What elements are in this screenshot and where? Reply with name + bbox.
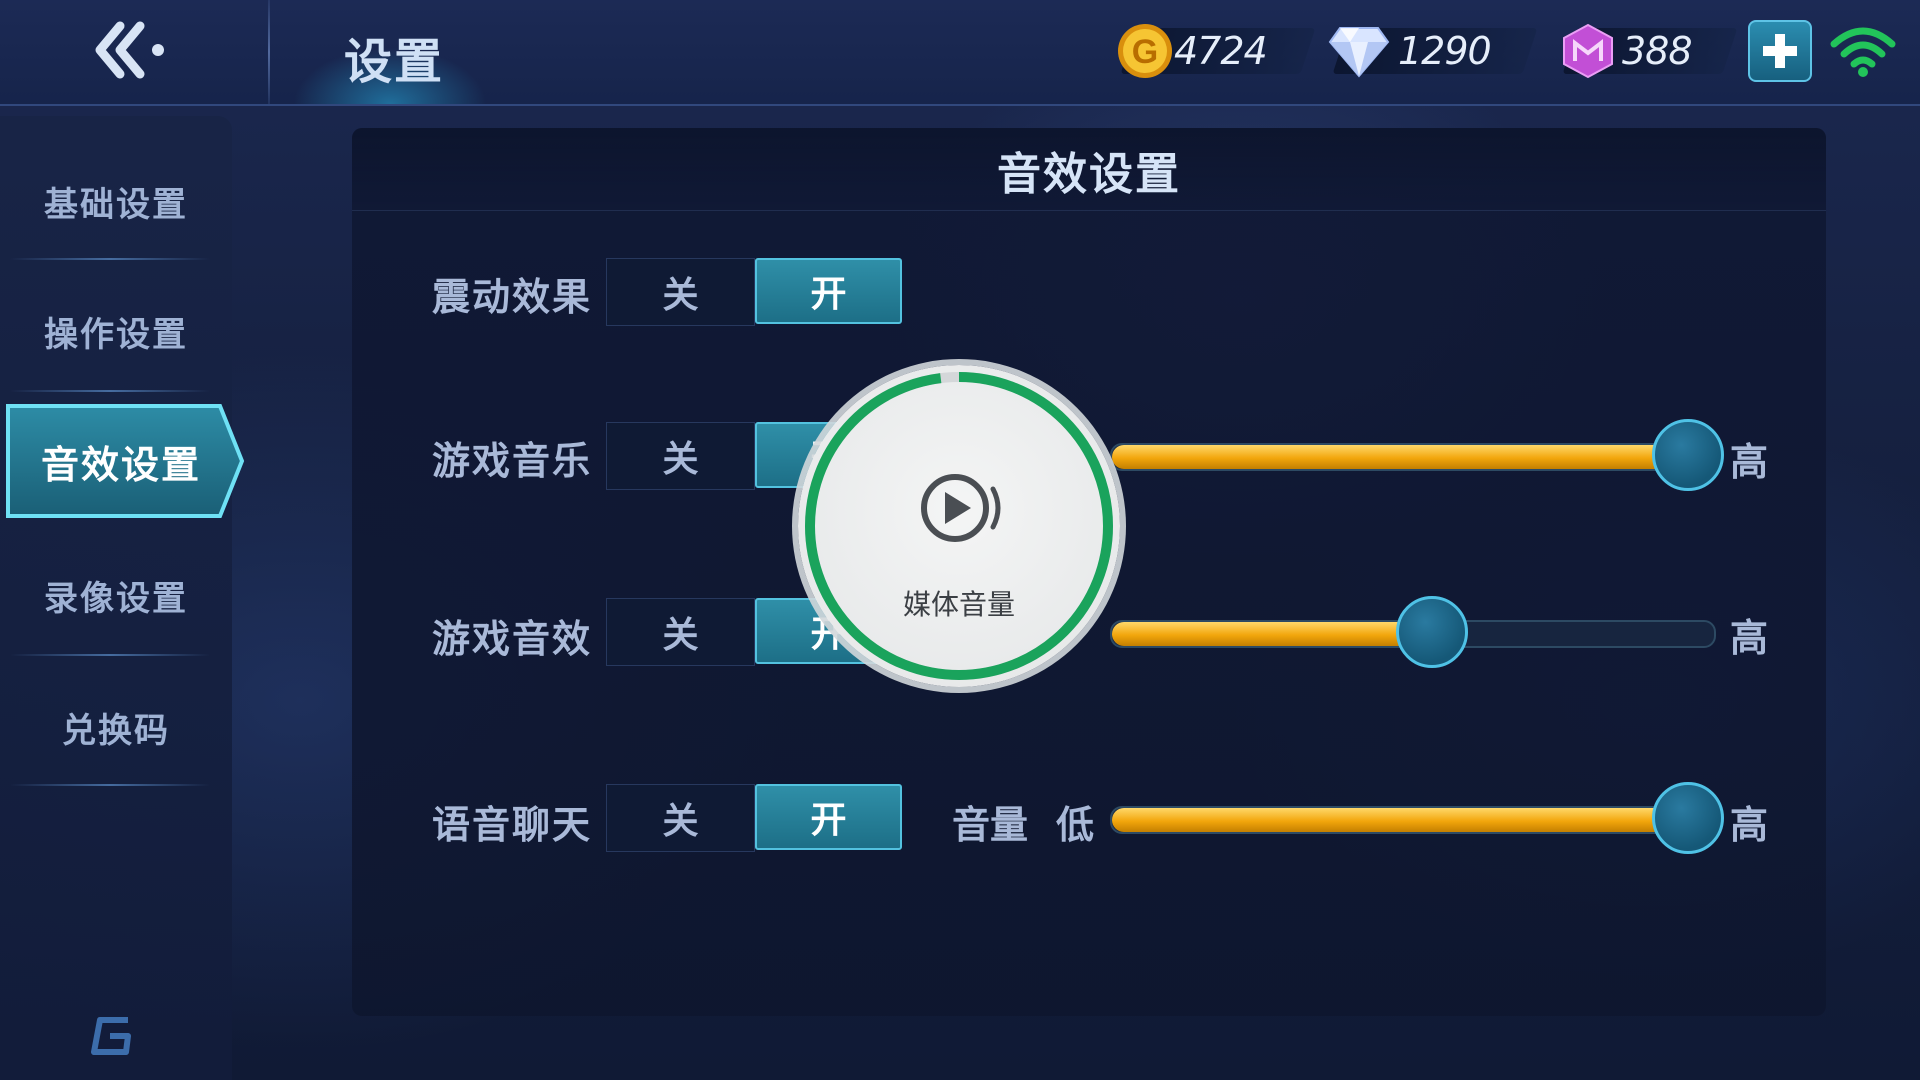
voice-chat-off-button[interactable]: 关: [606, 784, 755, 852]
game-music-off-button[interactable]: 关: [606, 422, 755, 490]
voice-chat-label: 语音聊天: [432, 803, 593, 847]
on-label: 开: [810, 800, 847, 841]
gem-counter[interactable]: 388: [1560, 23, 1693, 79]
off-label: 关: [662, 275, 699, 316]
diamond-value: 1290: [1398, 29, 1492, 73]
sidebar-item-label: 音效设置: [40, 442, 201, 487]
off-label: 关: [662, 615, 699, 656]
media-volume-icon: [921, 474, 1001, 542]
page-title: 设置: [344, 34, 445, 90]
purple-gem-icon: [1563, 23, 1613, 79]
vibration-on-button[interactable]: 开: [754, 258, 902, 324]
off-label: 关: [662, 801, 699, 842]
slider-knob[interactable]: [1652, 419, 1725, 491]
sidebar-item-label: 兑换码: [62, 710, 170, 751]
gem-value: 388: [1622, 29, 1693, 73]
game-sfx-slider[interactable]: [1110, 596, 1716, 668]
volume-label: 音量: [952, 803, 1029, 847]
game-music-label: 游戏音乐: [432, 439, 593, 483]
diamond-icon: [1328, 27, 1390, 78]
media-volume-label: 媒体音量: [902, 588, 1015, 621]
sidebar-item-basic[interactable]: 基础设置: [0, 136, 232, 266]
panel-header: 音效设置: [352, 128, 1826, 211]
slider-fill: [1112, 445, 1683, 469]
gold-value: 4724: [1174, 29, 1268, 73]
high-label: 高: [1730, 616, 1769, 660]
vibration-label: 震动效果: [432, 275, 593, 319]
game-logo-icon: [91, 1017, 131, 1055]
off-label: 关: [662, 439, 699, 480]
sidebar-item-controls[interactable]: 操作设置: [0, 266, 232, 396]
low-label: 低: [1056, 803, 1095, 847]
sidebar-item-sound[interactable]: 音效设置: [6, 402, 245, 520]
back-chevrons-icon: [95, 21, 164, 79]
top-bar: 设置 G 4724 1290 388: [0, 0, 1920, 106]
wifi-icon: [1830, 27, 1896, 77]
slider-knob[interactable]: [1652, 782, 1725, 854]
gold-counter[interactable]: G 4724: [1116, 24, 1268, 78]
svg-text:G: G: [1132, 33, 1158, 71]
voice-chat-toggle: 关 开: [606, 784, 902, 852]
panel-title: 音效设置: [997, 149, 1181, 200]
sidebar-item-replay[interactable]: 录像设置: [0, 530, 232, 660]
sidebar-item-label: 基础设置: [44, 184, 188, 225]
nav-divider: [10, 390, 210, 392]
diamond-counter[interactable]: 1290: [1328, 24, 1492, 78]
back-button[interactable]: [90, 18, 180, 82]
nav-divider: [10, 654, 210, 656]
media-volume-overlay: 媒体音量: [798, 365, 1120, 687]
game-sfx-off-button[interactable]: 关: [606, 598, 755, 666]
nav-divider: [10, 784, 210, 786]
voice-chat-on-button[interactable]: 开: [754, 784, 902, 850]
gold-coin-icon: G: [1118, 24, 1172, 78]
slider-fill: [1112, 808, 1683, 832]
on-label: 开: [810, 274, 847, 315]
vibration-toggle: 关 开: [606, 258, 902, 326]
game-music-slider[interactable]: [1110, 419, 1725, 491]
voice-chat-volume-slider[interactable]: [1110, 782, 1725, 854]
sidebar-item-redeem[interactable]: 兑换码: [0, 662, 232, 792]
add-currency-button[interactable]: [1748, 20, 1812, 82]
vibration-off-button[interactable]: 关: [606, 258, 755, 326]
slider-fill: [1112, 622, 1427, 646]
plus-icon: [1763, 34, 1797, 68]
sidebar-item-label: 操作设置: [44, 314, 188, 355]
high-label: 高: [1730, 440, 1769, 484]
slider-knob[interactable]: [1396, 596, 1469, 668]
game-sfx-label: 游戏音效: [432, 617, 593, 661]
nav-divider: [10, 258, 210, 260]
sidebar-item-label: 录像设置: [44, 578, 188, 619]
high-label: 高: [1730, 803, 1769, 847]
